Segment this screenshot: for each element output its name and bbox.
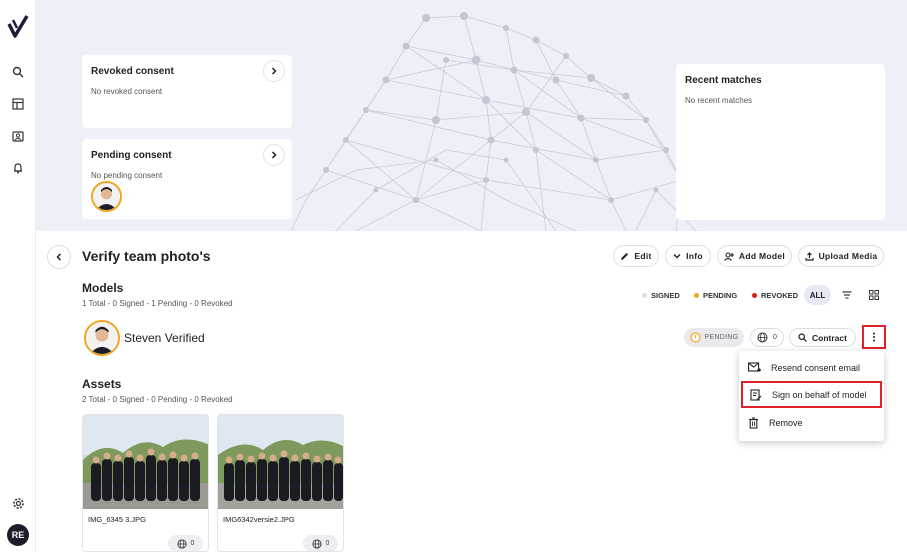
edit-button-label: Edit (634, 251, 652, 261)
filter-signed[interactable]: SIGNED (642, 291, 680, 300)
contract-button[interactable]: Contract (789, 328, 856, 347)
gear-icon[interactable] (9, 494, 27, 512)
revoked-consent-empty: No revoked consent (91, 87, 163, 96)
models-summary: 1 Total - 0 Signed - 1 Pending - 0 Revok… (82, 299, 233, 308)
add-model-button[interactable]: Add Model (717, 245, 792, 267)
filter-icon[interactable] (837, 285, 857, 305)
pending-model-avatar[interactable] (91, 181, 122, 212)
chevron-right-icon (271, 67, 277, 75)
models-heading: Models (82, 281, 124, 295)
sidebar: RE (0, 0, 36, 552)
filter-pending-label: PENDING (703, 291, 738, 300)
asset-globe-count-value: 0 (325, 540, 330, 547)
add-user-icon (724, 251, 734, 261)
asset-thumbnail (218, 415, 343, 509)
trash-icon (749, 416, 758, 429)
recent-matches-empty: No recent matches (685, 96, 753, 105)
asset-name: IMG_6345 3.JPG (88, 515, 146, 524)
hero-banner: Revoked consent No revoked consent Pendi… (36, 0, 907, 231)
more-options-button[interactable] (862, 325, 886, 349)
pending-consent-open-button[interactable] (263, 144, 285, 166)
info-button[interactable]: Info (665, 245, 711, 267)
asset-globe-count-value: 0 (190, 540, 195, 547)
user-avatar[interactable]: RE (7, 524, 29, 546)
search-icon (798, 333, 807, 342)
upload-media-button[interactable]: Upload Media (798, 245, 884, 267)
globe-icon (177, 538, 187, 549)
asset-card[interactable]: IMG6342versie2.JPG 0 (217, 414, 344, 552)
status-badge-label: PENDING (704, 334, 739, 341)
menu-item-resend[interactable]: Resend consent email (739, 354, 884, 381)
search-icon[interactable] (9, 63, 27, 81)
pending-consent-title: Pending consent (91, 150, 172, 161)
filter-pending[interactable]: PENDING (694, 291, 737, 300)
page-title: Verify team photo's (82, 248, 211, 264)
filter-signed-label: SIGNED (651, 291, 680, 300)
bell-icon[interactable] (9, 159, 27, 177)
email-icon (748, 362, 761, 372)
upload-media-button-label: Upload Media (818, 251, 878, 261)
asset-globe-count[interactable]: 0 (303, 535, 338, 551)
logo-icon[interactable] (7, 14, 29, 38)
pending-consent-card: Pending consent No pending consent (82, 139, 292, 219)
chevron-right-icon (271, 151, 277, 159)
filter-revoked-label: REVOKED (761, 291, 799, 300)
model-options-menu: Resend consent email Sign on behalf of m… (739, 351, 884, 441)
info-button-label: Info (686, 251, 703, 261)
asset-card[interactable]: IMG_6345 3.JPG 0 (82, 414, 209, 552)
assets-summary: 2 Total - 0 Signed - 0 Pending - 0 Revok… (82, 395, 233, 404)
revoked-dot (752, 293, 757, 298)
recent-matches-card: Recent matches No recent matches (676, 64, 885, 220)
status-badge: PENDING (684, 328, 744, 347)
pending-consent-empty: No pending consent (91, 171, 163, 180)
asset-name: IMG6342versie2.JPG (223, 515, 295, 524)
globe-icon (312, 538, 322, 549)
pending-dot (694, 293, 699, 298)
menu-item-sign-label: Sign on behalf of model (772, 389, 867, 400)
dashboard-icon[interactable] (9, 95, 27, 113)
menu-item-remove-label: Remove (769, 417, 803, 428)
contacts-icon[interactable] (9, 127, 27, 145)
model-globe-count-value: 0 (773, 334, 777, 341)
model-name[interactable]: Steven Verified (124, 331, 205, 345)
model-globe-count[interactable]: 0 (750, 328, 784, 347)
signed-dot (642, 293, 647, 298)
assets-heading: Assets (82, 377, 122, 391)
recent-matches-title: Recent matches (685, 75, 762, 86)
edit-button[interactable]: Edit (613, 245, 659, 267)
pending-clock-icon (689, 332, 701, 343)
add-model-button-label: Add Model (738, 251, 786, 261)
chevron-left-icon (56, 253, 62, 261)
globe-icon (757, 332, 768, 343)
more-vertical-icon (873, 332, 875, 342)
model-avatar[interactable] (84, 320, 120, 356)
revoked-consent-open-button[interactable] (263, 60, 285, 82)
revoked-consent-title: Revoked consent (91, 66, 174, 77)
pencil-icon (621, 252, 629, 260)
revoked-consent-card: Revoked consent No revoked consent (82, 55, 292, 128)
sign-document-icon (750, 388, 762, 401)
chevron-down-icon (673, 254, 681, 259)
back-button[interactable] (47, 245, 71, 269)
menu-item-remove[interactable]: Remove (739, 409, 884, 436)
asset-globe-count[interactable]: 0 (168, 535, 203, 551)
grid-view-icon[interactable] (864, 285, 884, 305)
asset-thumbnail (83, 415, 208, 509)
menu-item-resend-label: Resend consent email (771, 362, 861, 373)
upload-icon (804, 251, 814, 261)
filter-revoked[interactable]: REVOKED (752, 291, 798, 300)
filter-all[interactable]: ALL (804, 285, 831, 305)
menu-item-sign-on-behalf[interactable]: Sign on behalf of model (741, 381, 882, 408)
contract-button-label: Contract (812, 332, 847, 343)
